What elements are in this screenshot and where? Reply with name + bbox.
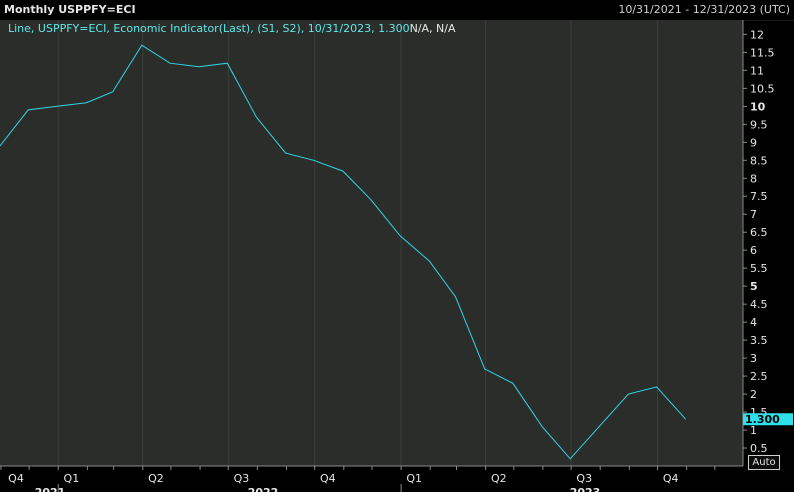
y-tick-label: 2 bbox=[750, 388, 757, 401]
legend-text: Line, USPPFY=ECI, Economic Indicator(Las… bbox=[8, 22, 410, 35]
y-tick-label: 12 bbox=[750, 28, 764, 41]
auto-scale-button[interactable]: Auto bbox=[748, 455, 780, 470]
legend-na: N/A, N/A bbox=[409, 22, 456, 35]
chart-title: Monthly USPPFY=ECI bbox=[4, 3, 136, 16]
y-tick-label: 4.5 bbox=[750, 298, 768, 311]
x-axis: Q4 Q1 Q2 Q3 Q4 Q1 Q2 Q3 Q4 2021 2022 2023 bbox=[0, 465, 743, 492]
y-tick-label: 10 bbox=[750, 100, 766, 113]
x-quarter-label: Q2 bbox=[491, 472, 507, 485]
y-tick-label: 7 bbox=[750, 208, 757, 221]
plot-background bbox=[0, 20, 743, 466]
y-tick-label: 8.5 bbox=[750, 154, 768, 167]
last-value-tag: 1.300 bbox=[743, 413, 793, 426]
y-tick-label: 6 bbox=[750, 244, 757, 257]
y-tick-label: 10.5 bbox=[750, 82, 775, 95]
y-tick-label: 8 bbox=[750, 172, 757, 185]
x-quarter-label: Q3 bbox=[576, 472, 592, 485]
x-year-label: 2023 bbox=[570, 486, 601, 492]
x-quarter-label: Q4 bbox=[320, 472, 336, 485]
y-tick-label: 0.5 bbox=[750, 442, 768, 455]
date-range: 10/31/2021 - 12/31/2023 (UTC) bbox=[618, 3, 790, 16]
x-quarter-label: Q1 bbox=[64, 472, 80, 485]
x-quarter-label: Q2 bbox=[148, 472, 164, 485]
y-tick-label: 2.5 bbox=[750, 370, 768, 383]
y-tick-label: 3 bbox=[750, 352, 757, 365]
x-quarter-label: Q4 bbox=[663, 472, 679, 485]
y-tick-label: 5.5 bbox=[750, 262, 768, 275]
x-quarter-label: Q1 bbox=[406, 472, 422, 485]
legend: Line, USPPFY=ECI, Economic Indicator(Las… bbox=[8, 22, 456, 35]
y-tick-label: 5 bbox=[750, 280, 758, 293]
y-tick-label: 6.5 bbox=[750, 226, 768, 239]
y-tick-label: 7.5 bbox=[750, 190, 768, 203]
x-year-label: 2022 bbox=[248, 486, 279, 492]
x-year-label: 2021 bbox=[35, 486, 66, 492]
y-tick-label: 3.5 bbox=[750, 334, 768, 347]
last-value-label: 1.300 bbox=[745, 413, 780, 426]
x-quarter-label: Q4 bbox=[8, 472, 24, 485]
x-quarter-label: Q3 bbox=[234, 472, 250, 485]
y-tick-label: 11.5 bbox=[750, 46, 775, 59]
y-tick-label: 4 bbox=[750, 316, 757, 329]
title-bar: Monthly USPPFY=ECI 10/31/2021 - 12/31/20… bbox=[0, 0, 794, 21]
chart-area[interactable]: 0.5 11.5 2 2.5 3 3.5 4 4.5 5 5.5 6 6.5 7 7.5 8 8.5 9 9.5 1… bbox=[0, 20, 794, 492]
y-tick-label: 9 bbox=[750, 136, 757, 149]
y-axis: 0.5 11.5 2 2.5 3 3.5 4 4.5 5 5.5 6 6.5 7 7.5 8 8.5 9 9.5 1… bbox=[742, 20, 775, 466]
y-tick-label: 11 bbox=[750, 64, 764, 77]
y-tick-label: 9.5 bbox=[750, 118, 768, 131]
